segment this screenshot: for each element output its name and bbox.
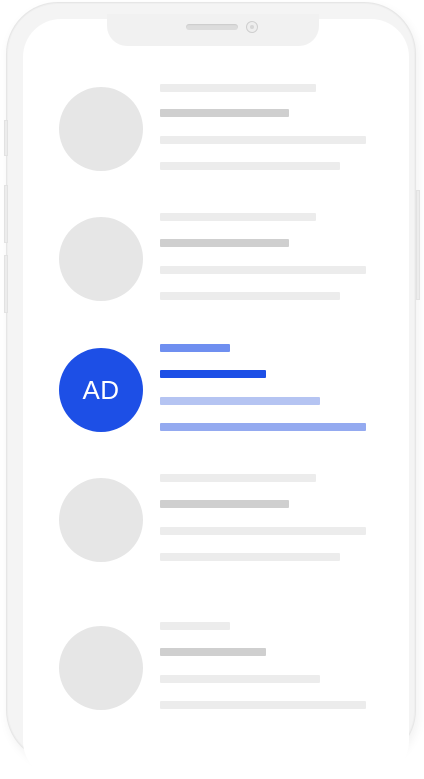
- placeholder-line: [160, 553, 340, 561]
- phone-side-button: [4, 120, 8, 156]
- avatar: [59, 217, 143, 301]
- placeholder-line: [160, 266, 366, 274]
- placeholder-line: [160, 701, 366, 709]
- avatar: [59, 87, 143, 171]
- phone-side-button: [4, 255, 8, 313]
- phone-notch: [107, 14, 319, 46]
- highlight-line: [160, 344, 230, 352]
- placeholder-line: [160, 84, 316, 92]
- phone-side-button: [416, 190, 420, 300]
- placeholder-line: [160, 500, 289, 508]
- camera-icon: [246, 21, 258, 33]
- highlight-line: [160, 397, 320, 405]
- highlight-line: [160, 370, 266, 378]
- placeholder-line: [160, 675, 320, 683]
- placeholder-line: [160, 136, 366, 144]
- placeholder-line: [160, 527, 366, 535]
- placeholder-line: [160, 474, 316, 482]
- speaker-icon: [186, 24, 238, 30]
- placeholder-line: [160, 239, 289, 247]
- placeholder-line: [160, 162, 340, 170]
- highlight-line: [160, 423, 366, 431]
- placeholder-line: [160, 213, 316, 221]
- phone-side-button: [4, 185, 8, 243]
- placeholder-line: [160, 648, 266, 656]
- placeholder-line: [160, 109, 289, 117]
- avatar: AD: [59, 348, 143, 432]
- avatar: [59, 478, 143, 562]
- placeholder-line: [160, 292, 340, 300]
- placeholder-line: [160, 622, 230, 630]
- avatar: [59, 626, 143, 710]
- avatar-initials: AD: [82, 374, 120, 405]
